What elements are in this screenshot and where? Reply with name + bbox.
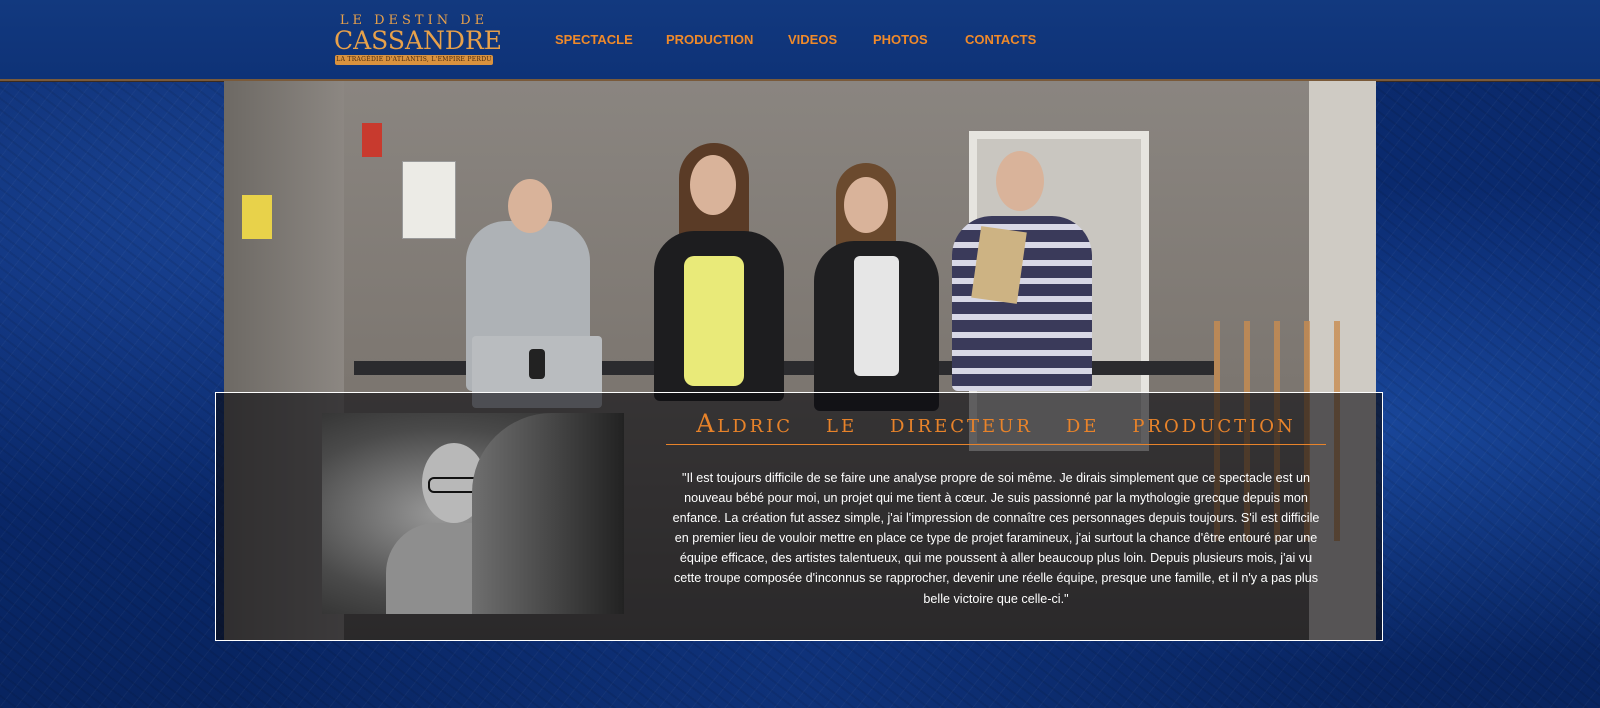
photo-yellow-notice: [242, 195, 272, 239]
title-divider: [666, 444, 1326, 445]
photo-laptop-logo: [529, 349, 545, 379]
nav-contacts[interactable]: CONTACTS: [965, 32, 1036, 47]
nav-videos[interactable]: VIDEOS: [788, 32, 837, 47]
logo-line2: CASSANDRE: [334, 26, 503, 55]
photo-fire-sign: [362, 123, 382, 157]
nav-production[interactable]: PRODUCTION: [666, 32, 753, 47]
portrait-foreground-person: [472, 413, 624, 614]
logo-tagline: LA TRAGÉDIE D'ATLANTIS, L'EMPIRE PERDU: [335, 55, 493, 65]
photo-poster: [402, 161, 456, 239]
photo-head-2: [690, 155, 736, 215]
photo-head-3: [844, 177, 888, 233]
photo-top-3: [854, 256, 899, 376]
profile-quote: "Il est toujours difficile de se faire u…: [672, 471, 1320, 606]
photo-head-4: [996, 151, 1044, 211]
site-header: LE DESTIN DE CASSANDRE LA TRAGÉDIE D'ATL…: [0, 0, 1600, 81]
nav-photos[interactable]: PHOTOS: [873, 32, 928, 47]
nav-spectacle[interactable]: SPECTACLE: [555, 32, 633, 47]
site-logo[interactable]: LE DESTIN DE CASSANDRE LA TRAGÉDIE D'ATL…: [334, 14, 503, 70]
photo-top-2: [684, 256, 744, 386]
photo-head-1: [508, 179, 552, 233]
profile-panel: Aldric le directeur de production "Il es…: [215, 392, 1383, 641]
profile-portrait: [322, 413, 624, 614]
profile-title: Aldric le directeur de production: [696, 409, 1296, 438]
